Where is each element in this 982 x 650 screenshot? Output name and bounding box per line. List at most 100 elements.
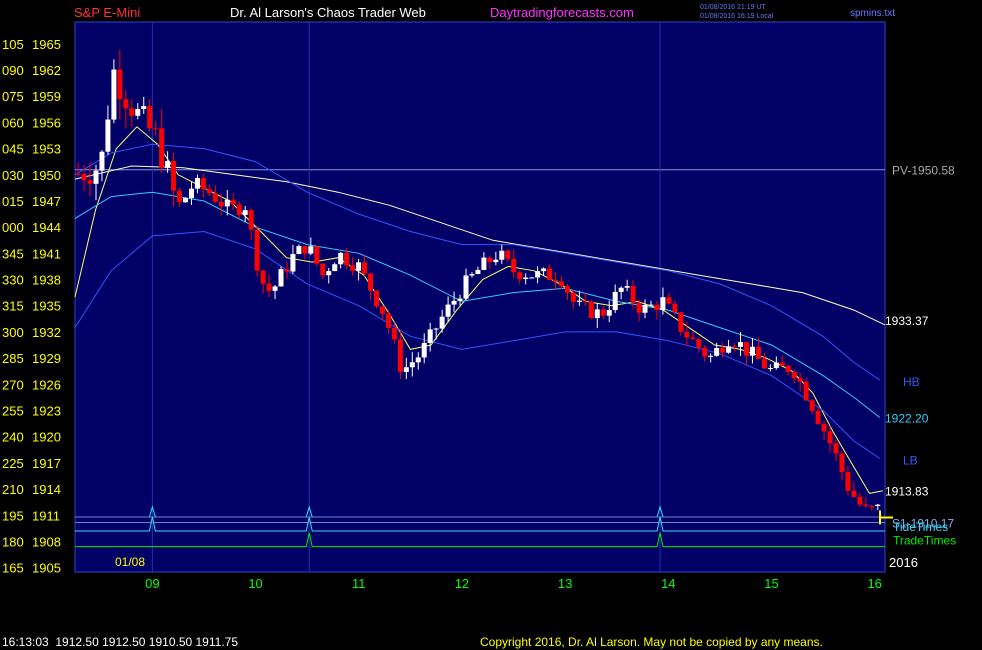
candle-body (385, 313, 391, 328)
x-tick-day: 14 (661, 576, 675, 591)
y-tick-price: 1914 (32, 482, 61, 497)
candle-body (206, 189, 212, 194)
candle-body (469, 273, 475, 276)
timestamp-utc: 01/08/2016 21:19 UT (700, 4, 766, 11)
candle-body (123, 99, 129, 109)
y-tick-code: 285 (2, 351, 24, 366)
y-axis-labels: 105 1965 090 1962 075 1959 060 1956 045 1953 030 19… (2, 37, 61, 576)
candle-body (851, 490, 857, 497)
y-tick-code: 180 (2, 534, 24, 549)
candle-body (188, 188, 194, 199)
site-title: Dr. Al Larson's Chaos Trader Web (230, 5, 426, 20)
x-tick-day: 11 (352, 576, 366, 591)
y-tick-code: 075 (2, 89, 24, 104)
quote-readout: 16:13:03 1912.50 1912.50 1910.50 1911.75 (2, 635, 238, 649)
y-tick-price: 1938 (32, 273, 61, 288)
tide-times-label: TideTimes (893, 520, 948, 534)
candle-body (785, 365, 791, 372)
candle-body (183, 198, 189, 203)
candle-body (541, 268, 547, 272)
candle-body (797, 378, 803, 382)
candle-body (612, 291, 618, 311)
y-tick-code: 330 (2, 273, 24, 288)
y-tick-code: 270 (2, 377, 24, 392)
y-tick-price: 1929 (32, 351, 61, 366)
candle-body (547, 268, 553, 280)
candle-body (809, 400, 815, 411)
candle-body (594, 309, 600, 319)
x-tick-day: 15 (764, 576, 778, 591)
candle-body (535, 271, 541, 278)
y-tick-price: 1950 (32, 168, 61, 183)
file-name: spmins.txt (850, 8, 895, 19)
candle-body (75, 173, 81, 175)
candle-body (875, 504, 881, 507)
candle-body (129, 108, 135, 116)
candle-body (415, 357, 421, 363)
candle-body (290, 253, 296, 272)
candle-body (242, 210, 248, 216)
candle-body (863, 504, 869, 506)
candle-body (177, 190, 183, 203)
candle-body (99, 151, 105, 171)
candle (278, 266, 284, 287)
candle-body (743, 342, 749, 356)
candle-body (117, 69, 123, 100)
candle (254, 225, 260, 277)
candle-body (254, 229, 260, 271)
candle-body (749, 346, 755, 356)
x-tick-day: 12 (455, 576, 469, 591)
candle-body (564, 286, 570, 293)
candle-body (529, 277, 535, 279)
candle (373, 289, 379, 309)
x-tick-day: 10 (248, 576, 262, 591)
y-tick-code: 210 (2, 482, 24, 497)
start-date-label: 01/08 (115, 555, 145, 569)
candle-body (755, 346, 761, 359)
y-tick-code: 255 (2, 403, 24, 418)
candle-body (397, 339, 403, 372)
y-tick-price: 1965 (32, 37, 61, 52)
y-tick-code: 000 (2, 220, 24, 235)
y-tick-code: 060 (2, 115, 24, 130)
candle-body (553, 279, 559, 282)
y-tick-price: 1905 (32, 561, 61, 576)
candle-body (702, 347, 708, 357)
candle-body (248, 210, 254, 230)
y-tick-price: 1962 (32, 63, 61, 78)
candle-body (803, 381, 809, 401)
candle-body (171, 161, 177, 191)
y-tick-code: 105 (2, 37, 24, 52)
x-tick-day: 13 (558, 576, 572, 591)
candle-body (200, 178, 206, 190)
candle-body (815, 410, 821, 424)
candle-body (350, 265, 356, 271)
candle-body (409, 362, 415, 368)
candle-body (427, 329, 433, 343)
candle-body (666, 297, 672, 304)
candle-body (618, 287, 624, 292)
candle-body (672, 303, 678, 313)
candle-body (278, 269, 284, 287)
candle-body (260, 270, 266, 284)
candle-body (236, 204, 242, 216)
candle-body (135, 108, 141, 116)
candle-body (439, 316, 445, 329)
candle-body (726, 346, 732, 353)
curve-label: HB (903, 375, 920, 389)
site-link[interactable]: Daytradingforecasts.com (490, 5, 634, 20)
candle-body (720, 347, 726, 353)
candle-body (648, 304, 654, 306)
candle-body (582, 300, 588, 302)
candle-body (636, 302, 642, 313)
candle-body (272, 286, 278, 291)
candle-body (487, 257, 493, 263)
candle-body (451, 300, 457, 305)
candle-body (523, 277, 529, 280)
candle-body (708, 355, 714, 357)
x-tick-day: 16 (867, 576, 881, 591)
candle-body (517, 272, 523, 280)
candle-body (684, 331, 690, 338)
candle-body (224, 199, 230, 207)
copyright: Copyright 2016, Dr. Al Larson. May not b… (480, 635, 823, 649)
